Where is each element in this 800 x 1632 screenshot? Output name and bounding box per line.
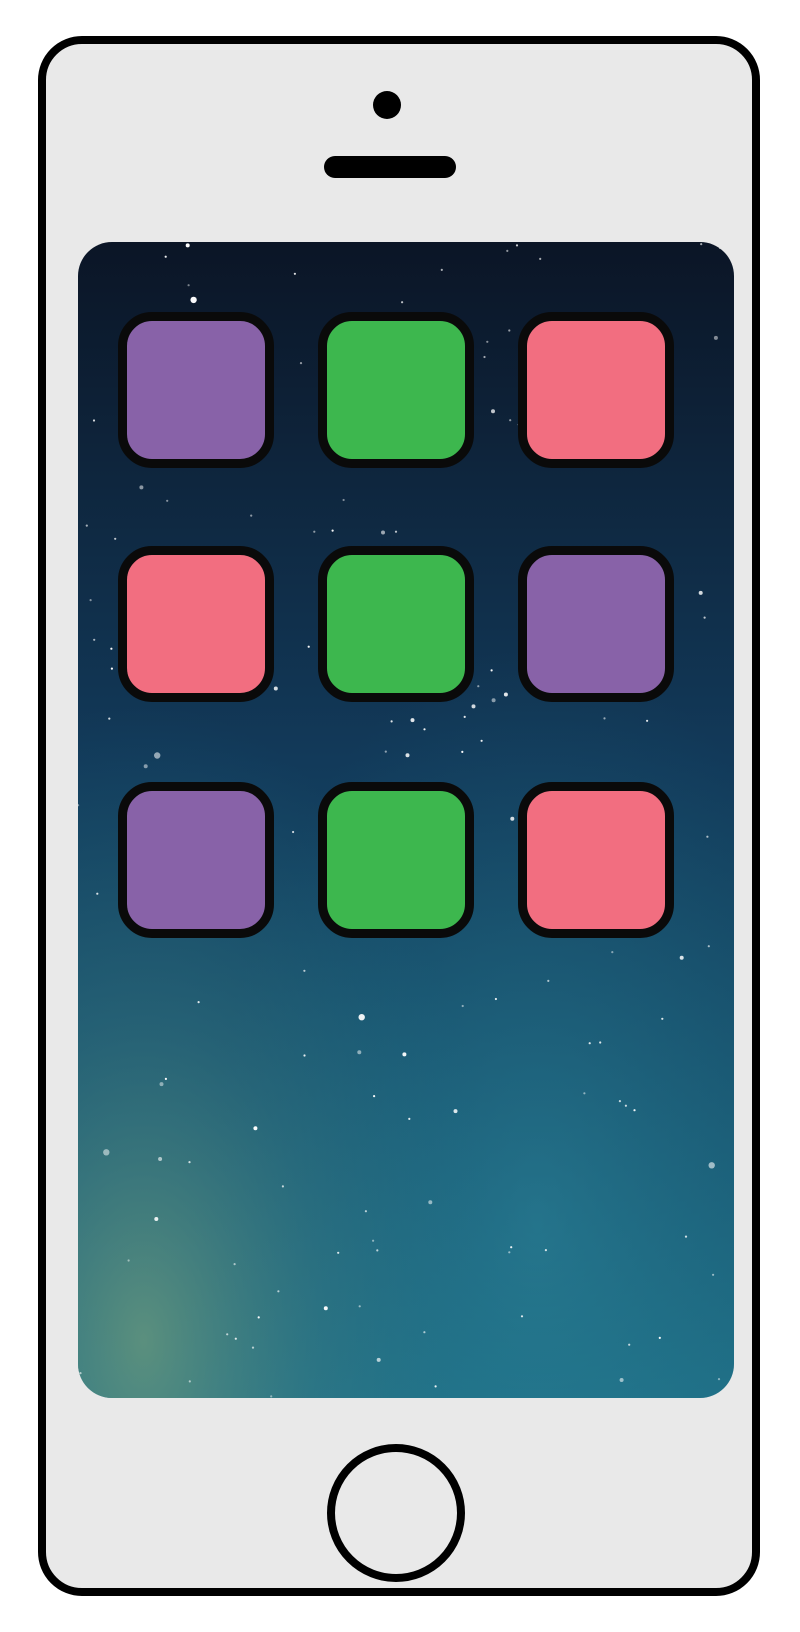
- app-icon-pink[interactable]: [518, 782, 674, 938]
- app-icon-green[interactable]: [318, 312, 474, 468]
- app-icon-purple[interactable]: [118, 312, 274, 468]
- front-camera-icon: [373, 91, 401, 119]
- home-button[interactable]: [327, 1444, 465, 1582]
- app-icon-pink[interactable]: [518, 312, 674, 468]
- app-icon-purple[interactable]: [518, 546, 674, 702]
- app-icon-purple[interactable]: [118, 782, 274, 938]
- phone-frame: [38, 36, 760, 1596]
- app-icon-pink[interactable]: [118, 546, 274, 702]
- app-icon-green[interactable]: [318, 782, 474, 938]
- app-icon-green[interactable]: [318, 546, 474, 702]
- home-screen: [78, 242, 734, 1398]
- earpiece-speaker-icon: [324, 156, 456, 178]
